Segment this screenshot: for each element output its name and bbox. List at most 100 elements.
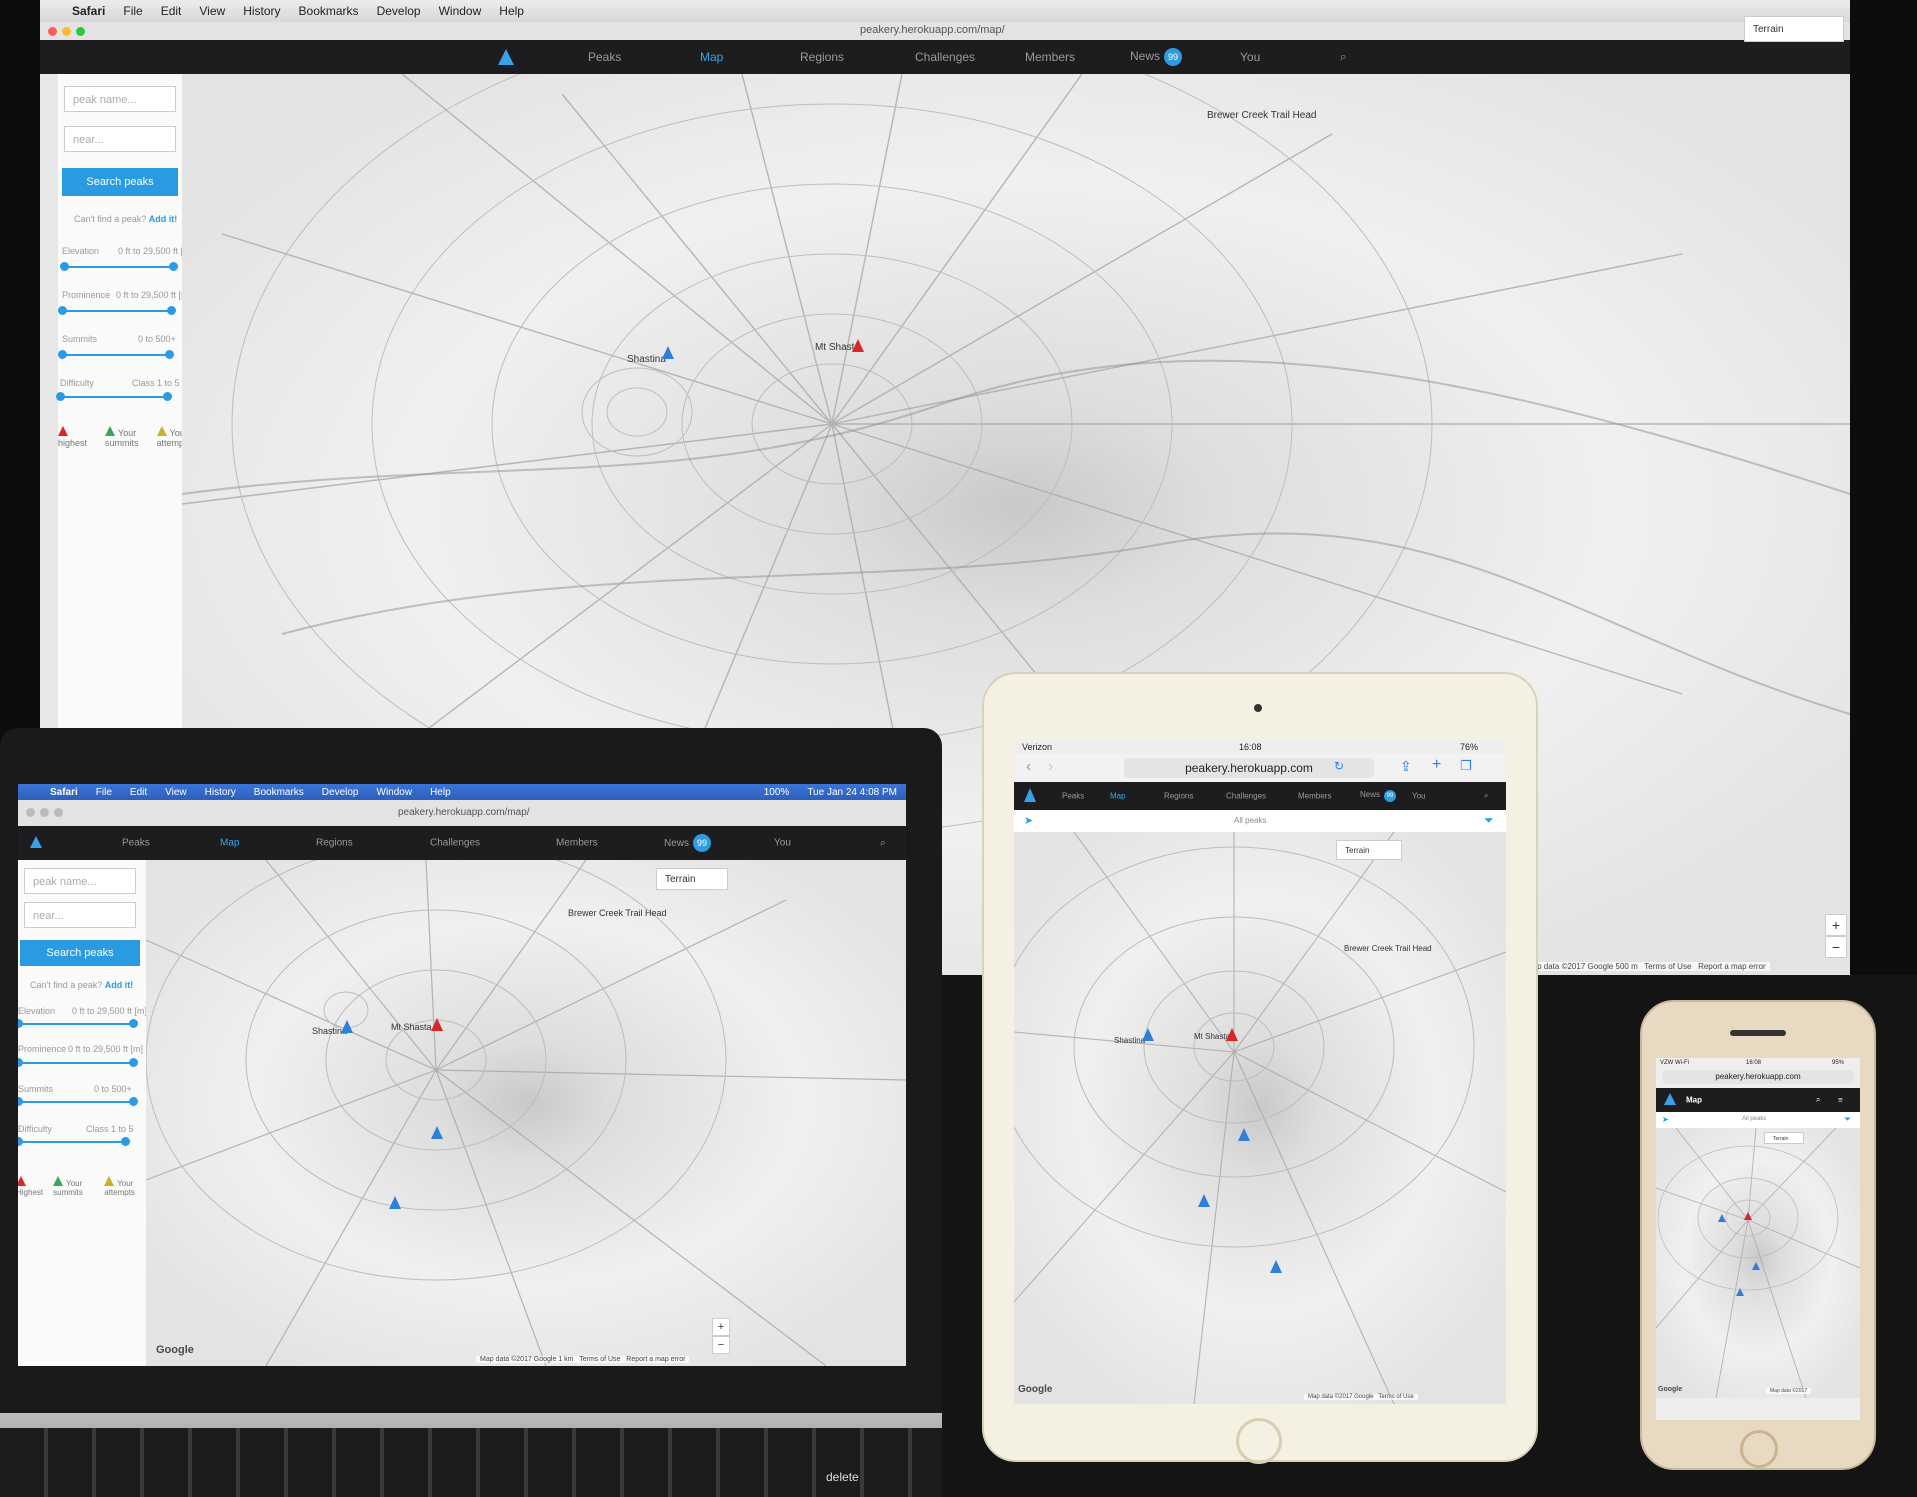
zoom-in-button[interactable]: +	[1825, 914, 1847, 936]
peak-marker-icon[interactable]	[1198, 1194, 1210, 1207]
close-icon[interactable]	[26, 808, 35, 817]
prominence-slider[interactable]	[58, 306, 176, 315]
zoom-in-button[interactable]: +	[712, 1318, 730, 1336]
menu-develop[interactable]: Develop	[322, 787, 359, 798]
menu-view[interactable]: View	[199, 4, 225, 18]
url-field[interactable]: peakery.herokuapp.com/map/	[860, 24, 1005, 36]
shastina-label[interactable]: Shastina	[1114, 1036, 1145, 1045]
nav-peaks[interactable]: Peaks	[1062, 792, 1084, 801]
shastina-marker-icon[interactable]	[341, 1020, 353, 1033]
search-icon[interactable]: ⌕	[1816, 1095, 1820, 1105]
window-controls[interactable]	[26, 808, 63, 817]
nav-peaks[interactable]: Peaks	[122, 838, 150, 849]
menu-history[interactable]: History	[205, 787, 236, 798]
search-icon[interactable]: ⌕	[880, 838, 886, 849]
mt-shasta-marker-icon[interactable]	[431, 1018, 443, 1031]
nav-news[interactable]: News 99	[1360, 790, 1397, 802]
shastina-marker-icon[interactable]	[662, 346, 674, 359]
peak-name-input[interactable]: peak name...	[64, 86, 176, 112]
search-peaks-button[interactable]: Search peaks	[62, 168, 178, 196]
peakery-logo[interactable]	[30, 836, 42, 848]
mt-shasta-marker-icon[interactable]	[1744, 1212, 1752, 1220]
nav-members[interactable]: Members	[556, 838, 598, 849]
peakery-logo[interactable]	[498, 49, 514, 65]
add-it-link[interactable]: Add it!	[149, 214, 178, 224]
map-type-select[interactable]: Terrain	[656, 868, 728, 890]
close-icon[interactable]	[48, 27, 57, 36]
peak-marker-icon[interactable]	[431, 1126, 443, 1139]
minimize-icon[interactable]	[62, 27, 71, 36]
nav-members[interactable]: Members	[1025, 50, 1075, 64]
report-error-link[interactable]: Report a map error	[1698, 962, 1766, 971]
report-error-link[interactable]: Report a map error	[626, 1356, 685, 1363]
peak-name-input[interactable]: peak name...	[24, 868, 136, 894]
terrain-dropdown[interactable]: Terrain	[1744, 16, 1844, 42]
zoom-out-button[interactable]: −	[712, 1336, 730, 1354]
url-field[interactable]: peakery.herokuapp.com/map/	[398, 807, 530, 818]
locate-icon[interactable]: ➤	[1024, 814, 1033, 827]
mt-shasta-marker-icon[interactable]	[852, 339, 864, 352]
nav-peaks[interactable]: Peaks	[588, 50, 621, 64]
summits-slider[interactable]	[18, 1097, 138, 1106]
nav-regions[interactable]: Regions	[316, 838, 353, 849]
home-button[interactable]	[1740, 1430, 1778, 1468]
peak-marker-icon[interactable]	[1238, 1128, 1250, 1141]
hamburger-menu-icon[interactable]: ≡	[1838, 1096, 1843, 1105]
menu-develop[interactable]: Develop	[377, 4, 421, 18]
terms-link[interactable]: Terms of Use	[1378, 1394, 1413, 1400]
filter-icon[interactable]: ⏷	[1844, 1114, 1851, 1125]
difficulty-slider[interactable]	[56, 392, 172, 401]
mt-shasta-marker-icon[interactable]	[1226, 1028, 1238, 1041]
terrain-map[interactable]: Terrain Google Map data ©2017	[1656, 1128, 1860, 1398]
menu-help[interactable]: Help	[499, 4, 524, 18]
elevation-slider[interactable]	[60, 262, 178, 271]
search-peaks-button[interactable]: Search peaks	[20, 940, 140, 966]
map-type-select[interactable]: Terrain	[1764, 1132, 1804, 1144]
zoom-icon[interactable]	[76, 27, 85, 36]
terms-link[interactable]: Terms of Use	[579, 1356, 620, 1363]
key-delete[interactable]: delete	[826, 1470, 859, 1484]
mt-shasta-label[interactable]: Mt Shasta	[391, 1022, 432, 1032]
share-icon[interactable]: ⇪	[1400, 758, 1412, 775]
brewer-creek-label[interactable]: Brewer Creek Trail Head	[1207, 110, 1316, 121]
menu-view[interactable]: View	[165, 787, 187, 798]
url-field[interactable]: peakery.herokuapp.com	[1662, 1070, 1854, 1084]
filter-icon[interactable]: ⏷	[1484, 813, 1494, 828]
nav-challenges[interactable]: Challenges	[1226, 792, 1266, 801]
elevation-slider[interactable]	[18, 1019, 138, 1028]
new-tab-icon[interactable]: +	[1432, 756, 1441, 774]
menu-window[interactable]: Window	[377, 787, 413, 798]
minimize-icon[interactable]	[40, 808, 49, 817]
window-controls[interactable]	[48, 27, 85, 36]
zoom-icon[interactable]	[54, 808, 63, 817]
forward-icon[interactable]: ›	[1048, 758, 1053, 776]
menu-window[interactable]: Window	[439, 4, 482, 18]
nav-members[interactable]: Members	[1298, 792, 1331, 801]
shastina-marker-icon[interactable]	[1142, 1028, 1154, 1041]
peak-marker-icon[interactable]	[1752, 1262, 1760, 1270]
terrain-map[interactable]: Brewer Creek Trail Head Mt Shasta Shasti…	[146, 860, 906, 1366]
nav-news[interactable]: News 99	[1130, 48, 1183, 66]
nav-you[interactable]: You	[1240, 50, 1260, 64]
terms-link[interactable]: Terms of Use	[1644, 962, 1691, 971]
menu-bookmarks[interactable]: Bookmarks	[299, 4, 359, 18]
near-input[interactable]: near...	[24, 902, 136, 928]
nav-regions[interactable]: Regions	[1164, 792, 1193, 801]
shastina-label[interactable]: Shastina	[627, 354, 666, 365]
brewer-creek-label[interactable]: Brewer Creek Trail Head	[568, 908, 667, 918]
nav-you[interactable]: You	[1412, 792, 1426, 801]
nav-news[interactable]: News 99	[664, 834, 712, 852]
difficulty-slider[interactable]	[18, 1137, 130, 1146]
nav-map[interactable]: Map	[220, 838, 239, 849]
menu-file[interactable]: File	[96, 787, 112, 798]
nav-challenges[interactable]: Challenges	[915, 50, 975, 64]
search-icon[interactable]: ⌕	[1340, 50, 1347, 65]
menu-safari[interactable]: Safari	[72, 4, 105, 18]
nav-map[interactable]: Map	[1110, 792, 1126, 801]
tabs-icon[interactable]: ❐	[1460, 758, 1472, 774]
peakery-logo[interactable]	[1024, 788, 1036, 802]
mt-shasta-label[interactable]: Mt Shasta	[1194, 1032, 1230, 1041]
peakery-logo[interactable]	[1664, 1093, 1676, 1105]
add-it-link[interactable]: Add it!	[105, 980, 134, 990]
summits-slider[interactable]	[58, 350, 174, 359]
